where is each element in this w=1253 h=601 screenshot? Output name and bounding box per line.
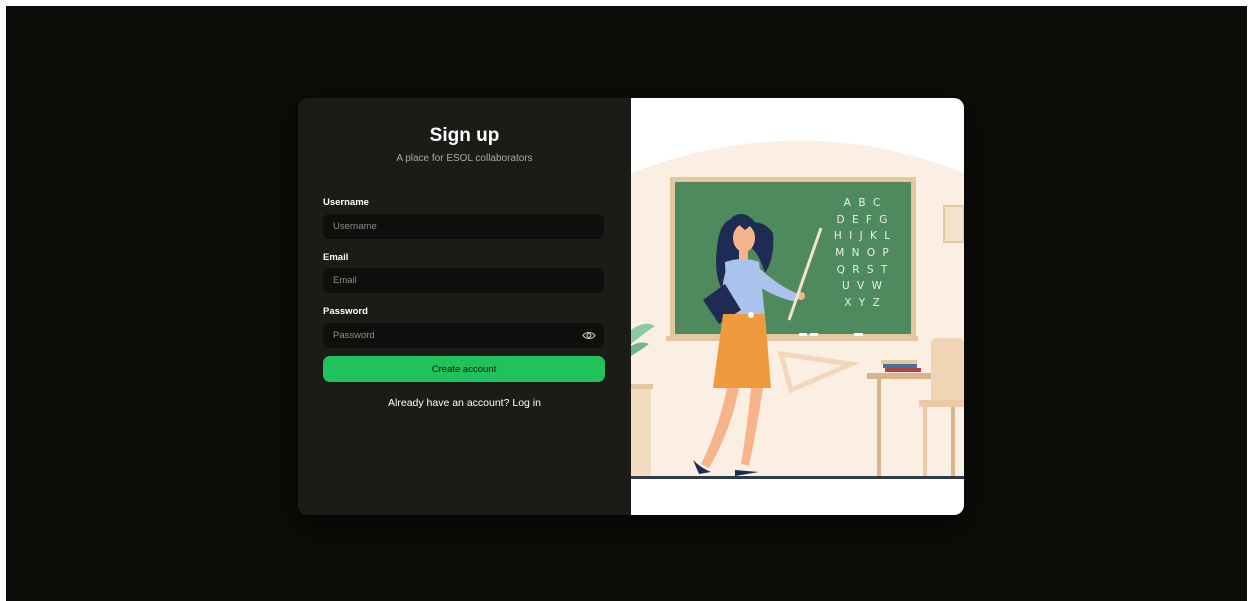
chair-leg: [923, 407, 927, 476]
eye-icon[interactable]: [582, 329, 596, 342]
chair-seat: [919, 400, 964, 407]
login-link[interactable]: Already have an account? Log in: [298, 397, 631, 409]
shelf-top: [631, 384, 653, 389]
illustration-panel: A B C D E F G H I J K L M N O P Q R S T …: [631, 98, 964, 515]
create-account-button[interactable]: Create account: [323, 356, 605, 382]
password-field-wrapper: [323, 323, 604, 348]
email-input[interactable]: [333, 275, 594, 286]
password-input[interactable]: [333, 330, 594, 341]
email-field-wrapper: [323, 268, 604, 293]
chalk-piece: [854, 333, 863, 336]
chalk-piece: [810, 333, 818, 336]
board-letters-row: D E F G: [837, 214, 890, 226]
book: [883, 364, 917, 368]
signup-card: Sign up A place for ESOL collaborators U…: [298, 98, 964, 515]
page-backdrop: Sign up A place for ESOL collaborators U…: [6, 6, 1247, 601]
desk-leg: [877, 379, 881, 476]
board-letters-row: A B C: [844, 197, 882, 209]
board-letters-row: X Y Z: [844, 297, 881, 309]
username-label: Username: [323, 197, 369, 208]
shelf: [631, 386, 651, 476]
chalk-tray: [666, 336, 918, 341]
board-letters-row: Q R S T: [837, 264, 890, 276]
email-label: Email: [323, 252, 349, 263]
board-letters-row: U V W: [842, 280, 884, 292]
password-label: Password: [323, 306, 368, 317]
username-field-wrapper: [323, 214, 604, 239]
chair-back: [931, 338, 964, 404]
book: [881, 360, 917, 364]
floor-line: [631, 476, 964, 479]
wall-frame: [943, 205, 964, 243]
signup-form-panel: Sign up A place for ESOL collaborators U…: [298, 98, 631, 515]
board-letters-row: H I J K L: [834, 230, 892, 242]
teacher-illustration: A B C D E F G H I J K L M N O P Q R S T …: [631, 140, 964, 479]
username-input[interactable]: [333, 221, 594, 232]
page-title: Sign up: [429, 125, 500, 146]
board-letters-row: M N O P: [835, 247, 891, 259]
page-subtitle: A place for ESOL collaborators: [396, 153, 533, 164]
chalk-piece: [799, 333, 807, 336]
book: [885, 368, 921, 372]
